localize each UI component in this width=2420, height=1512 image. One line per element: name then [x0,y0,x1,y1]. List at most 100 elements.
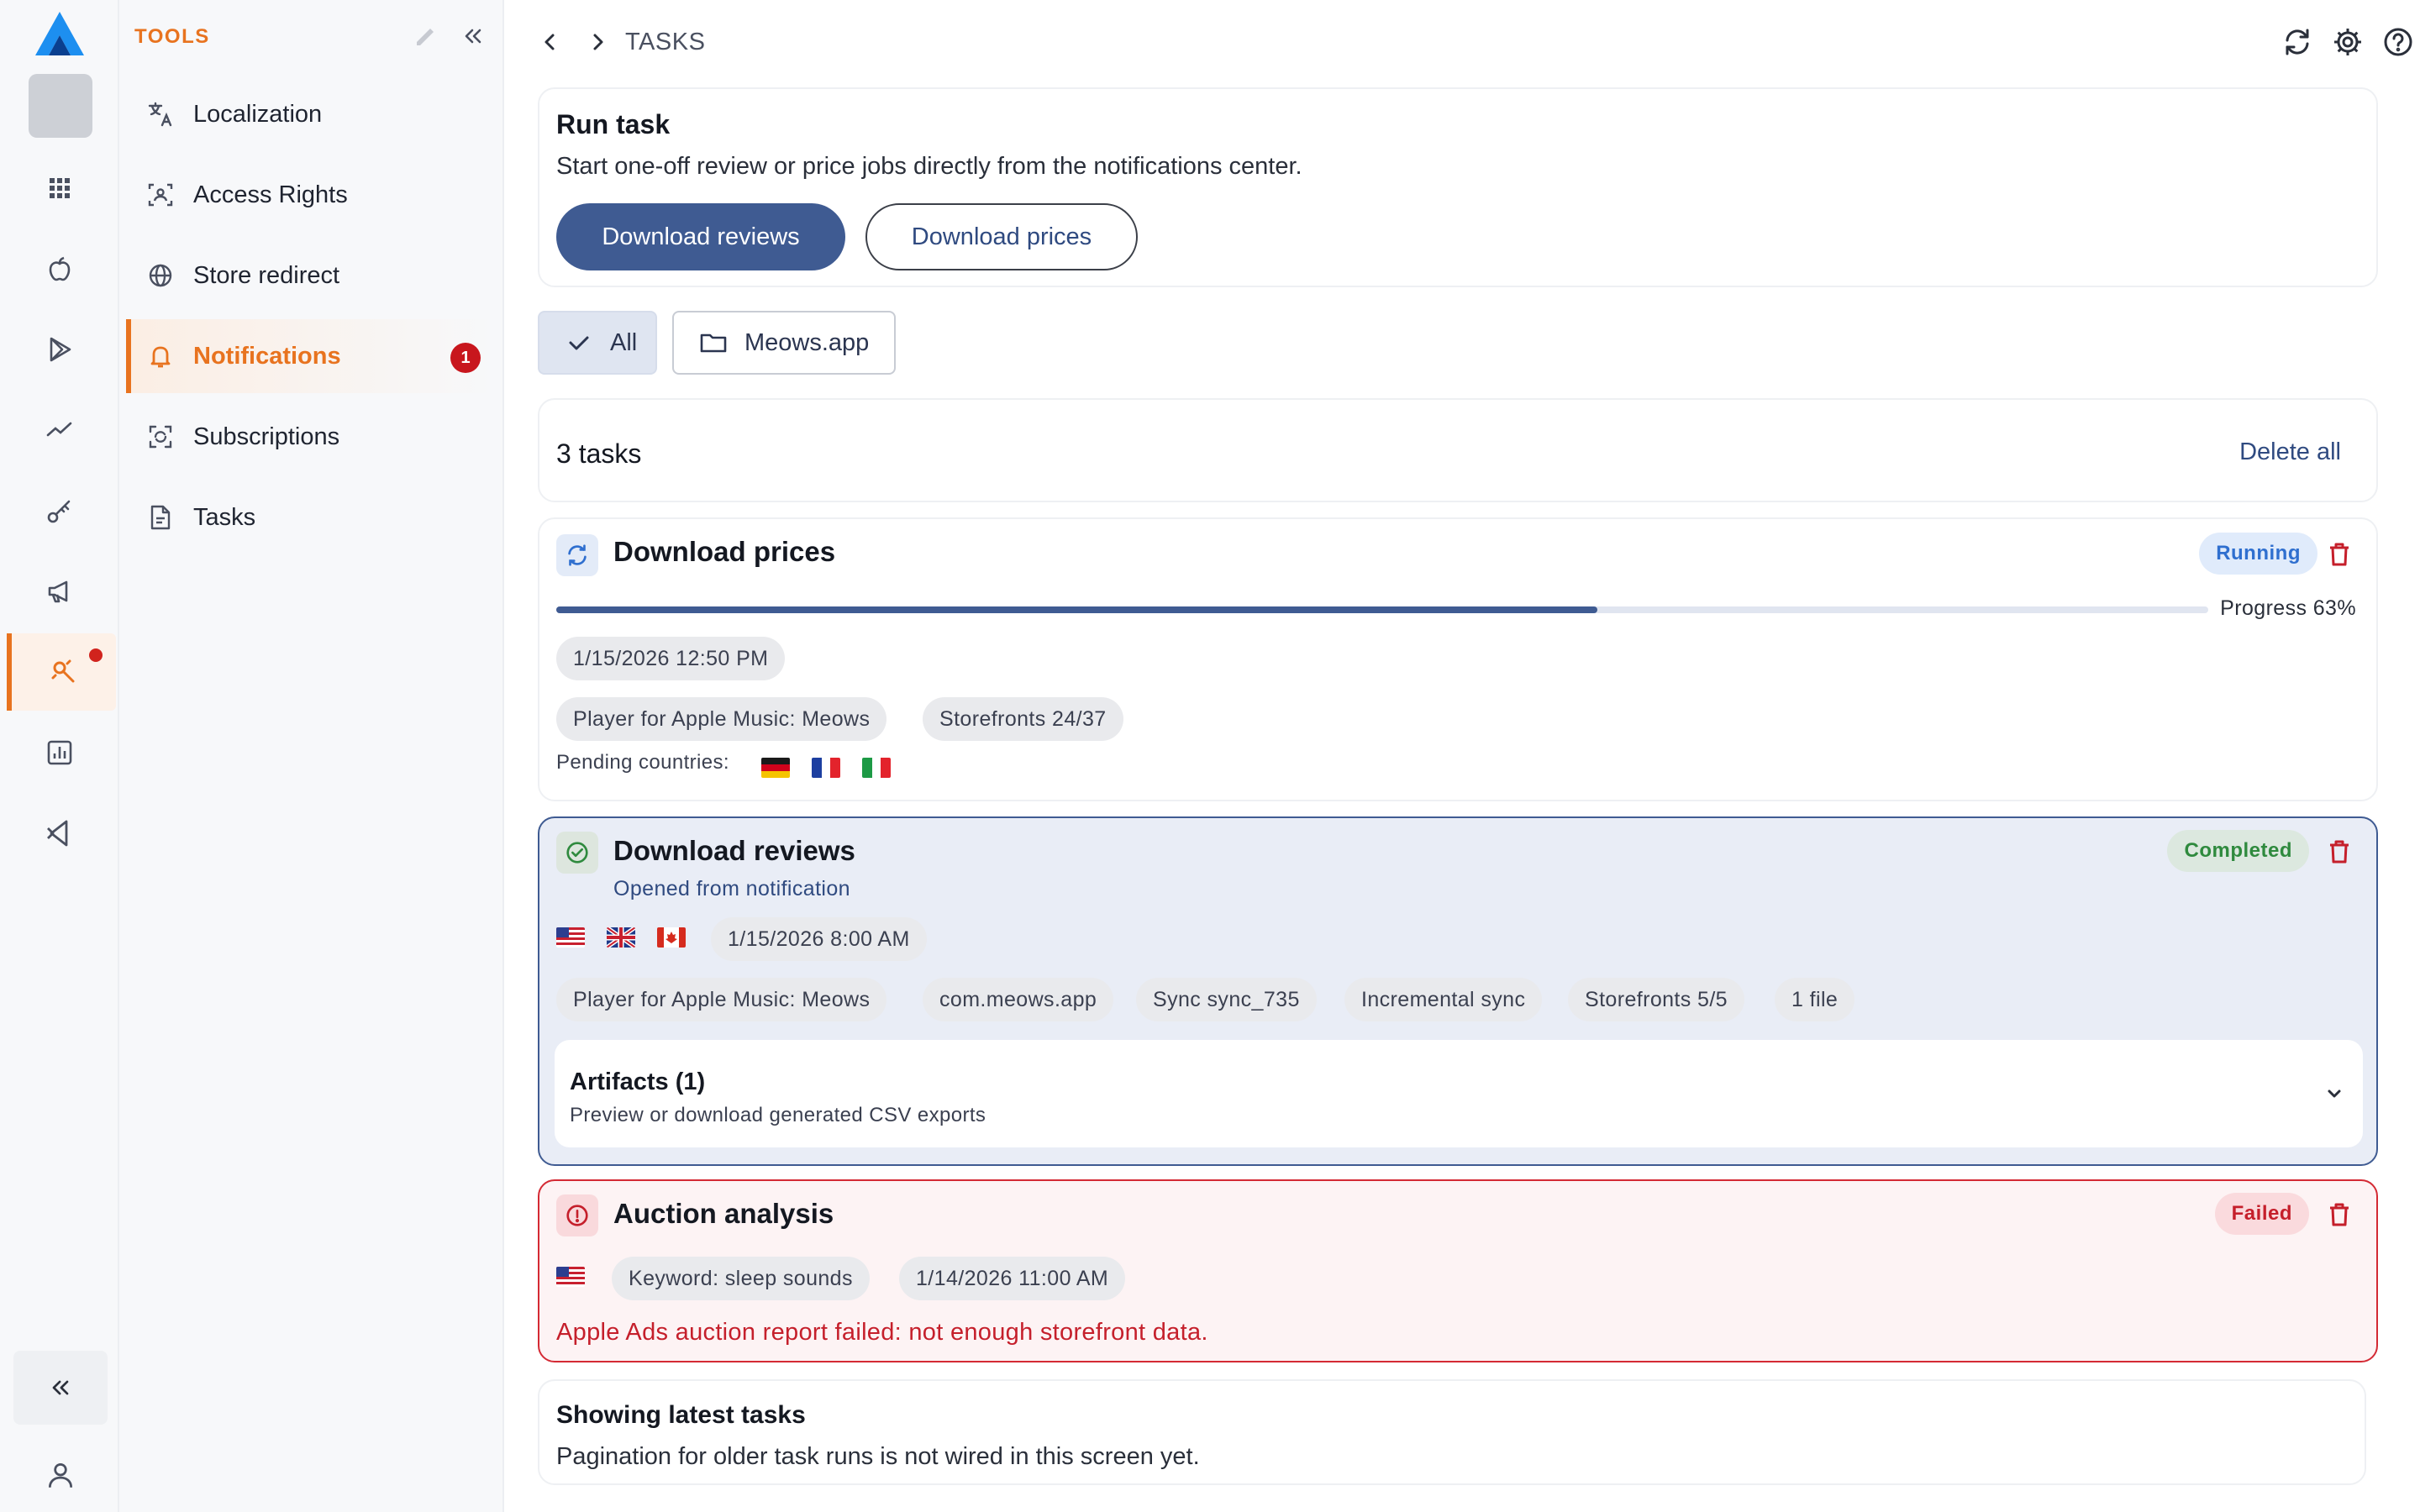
bell-icon [150,346,171,368]
sidebar-item-label: Access Rights [193,181,348,208]
subscriptions-icon [149,425,172,449]
alert-circle-icon [556,1194,598,1236]
main-content: TASKS Run task Start one-off review or p… [504,0,2420,1512]
status-badge-running: Running [2199,533,2317,575]
error-message: Apple Ads auction report failed: not eno… [556,1319,1208,1346]
trash-icon[interactable] [2324,539,2354,570]
sidebar-item-store-redirect[interactable]: Store redirect [126,239,496,312]
key-icon[interactable] [0,472,119,549]
task-count: 3 tasks [556,438,642,469]
sync-id-pill: Sync sync_735 [1136,978,1317,1021]
double-chevron-left-icon[interactable] [459,22,487,50]
trend-icon[interactable] [0,391,119,469]
globe-icon [149,264,172,287]
info-description: Pagination for older task runs is not wi… [556,1443,1200,1470]
task-filters: All Meows.app [538,311,896,375]
pencil-icon[interactable] [412,22,440,50]
task-card-auction-analysis[interactable]: Auction analysis Failed Keyword: sleep s… [538,1179,2378,1362]
download-reviews-button[interactable]: Download reviews [556,203,845,270]
keyword-pill: Keyword: sleep sounds [612,1257,870,1300]
megaphone-icon[interactable] [0,553,119,630]
filter-app-label: Meows.app [744,328,870,356]
run-task-title: Run task [556,109,671,139]
flag-us-icon [556,1267,585,1287]
trash-icon[interactable] [2324,1200,2354,1230]
chevron-right-icon[interactable] [583,27,613,57]
logo-icon[interactable] [34,10,86,57]
sidebar-item-access-rights[interactable]: Access Rights [126,158,496,232]
filter-all[interactable]: All [538,311,657,375]
sidebar-item-label: Localization [193,100,323,128]
chevron-left-icon[interactable] [534,27,565,57]
sidebar-item-subscriptions[interactable]: Subscriptions [126,400,496,474]
trash-icon[interactable] [2324,837,2354,867]
sync-type-pill: Incremental sync [1344,978,1543,1021]
run-task-description: Start one-off review or price jobs direc… [556,153,1302,180]
task-title: Auction analysis [613,1198,834,1229]
play-store-icon[interactable] [0,311,119,388]
filter-meows-app[interactable]: Meows.app [672,311,896,375]
sidebar-item-label: Notifications [193,342,341,370]
artifacts-title: Artifacts (1) [570,1068,706,1095]
sidebar: TOOLS Localization Access Rights Store r… [119,0,504,1512]
apple-icon[interactable] [0,230,119,307]
download-prices-button[interactable]: Download prices [865,203,1138,270]
status-badge-failed: Failed [2214,1193,2309,1235]
sync-icon [556,534,598,576]
app-name-pill: Player for Apple Music: Meows [556,978,887,1021]
flag-it-icon [862,758,891,778]
double-chevron-left-icon [52,1380,69,1395]
artifacts-subtitle: Preview or download generated CSV export… [570,1104,986,1126]
task-count-card: 3 tasks Delete all [538,398,2378,502]
artifacts-accordion[interactable]: Artifacts (1) Preview or download genera… [555,1040,2363,1147]
sidebar-item-tasks[interactable]: Tasks [126,480,496,554]
task-date-pill: 1/14/2026 11:00 AM [899,1257,1126,1300]
folder-icon [700,333,727,353]
task-card-download-reviews[interactable]: Download reviews Opened from notificatio… [538,816,2378,1166]
flag-fr-icon [812,758,840,778]
task-card-download-prices[interactable]: Download prices Running Progress 63% 1/1… [538,517,2378,801]
flag-us-icon [556,927,585,948]
check-icon [569,336,589,350]
sidebar-item-notifications[interactable]: Notifications 1 [126,319,496,393]
delete-all-link[interactable]: Delete all [2239,438,2341,466]
app-avatar[interactable] [29,74,92,138]
user-icon[interactable] [37,1452,84,1499]
notification-count-badge: 1 [450,343,481,373]
task-date-pill: 1/15/2026 8:00 AM [711,917,927,961]
topbar: TASKS [504,0,2420,84]
sidebar-section-title: TOOLS [134,25,210,48]
breadcrumb: TASKS [625,29,706,55]
check-circle-icon [556,832,598,874]
file-count-pill: 1 file [1775,978,1855,1021]
tools-icon[interactable] [7,633,116,711]
chevron-down-icon[interactable] [2319,1079,2349,1109]
refresh-icon[interactable] [2281,25,2314,59]
task-title: Download reviews [613,835,855,866]
id-card-icon [148,183,173,207]
progress-bar [556,606,2208,613]
flag-gb-icon [607,927,635,948]
task-subtitle: Opened from notification [613,877,850,900]
flag-ca-icon [657,927,686,948]
task-date-pill: 1/15/2026 12:50 PM [556,637,786,680]
latest-tasks-info-card: Showing latest tasks Pagination for olde… [538,1379,2366,1485]
icon-rail [0,0,119,1512]
bundle-id-pill: com.meows.app [923,978,1114,1021]
progress-bar-fill [556,606,1597,613]
app-root: TOOLS Localization Access Rights Store r… [0,0,2420,1512]
sidebar-item-label: Store redirect [193,261,340,289]
sidebar-item-localization[interactable]: Localization [126,77,496,151]
storefronts-pill: Storefronts 5/5 [1568,978,1744,1021]
progress-label: Progress 63% [2220,596,2356,620]
chart-icon[interactable] [0,714,119,791]
app-name-pill: Player for Apple Music: Meows [556,697,887,741]
gear-icon[interactable] [2331,25,2365,59]
vscode-icon[interactable] [0,795,119,872]
help-icon[interactable] [2381,25,2415,59]
document-icon [150,505,171,530]
rail-collapse-button[interactable] [13,1351,108,1425]
grid-icon[interactable] [0,150,119,227]
task-title: Download prices [613,536,836,567]
translate-icon [148,102,172,127]
